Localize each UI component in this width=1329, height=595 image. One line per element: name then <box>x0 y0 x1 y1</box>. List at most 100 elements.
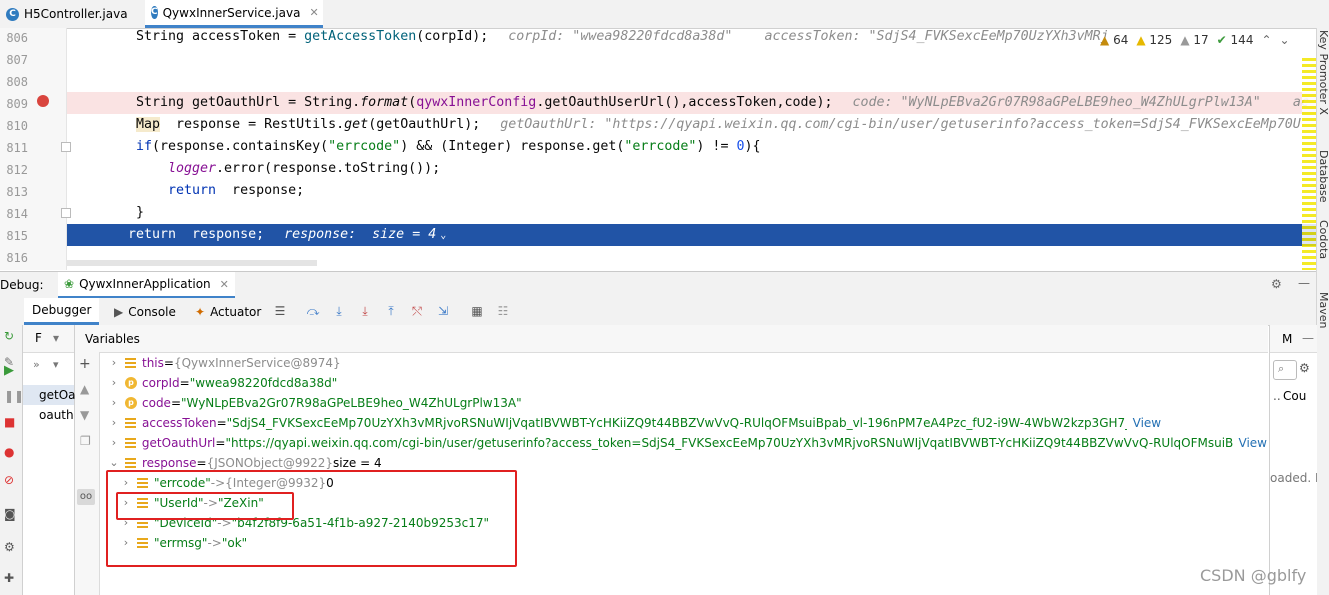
warning-icon: ▲ <box>1100 33 1110 47</box>
warning-count: ▲ 125 <box>1136 33 1173 47</box>
more-icon[interactable]: » <box>33 358 40 371</box>
chevron-right-icon: › <box>111 356 117 369</box>
arrow-down-icon[interactable]: ▼ <box>80 408 89 422</box>
field-icon <box>125 418 136 428</box>
minimize-icon[interactable]: — <box>1298 276 1310 290</box>
chevron-down-icon[interactable]: ▾ <box>53 358 59 371</box>
search-input[interactable]: ⌕ <box>1273 360 1297 380</box>
view-breakpoints-icon[interactable]: ● <box>4 445 14 459</box>
glasses-icon[interactable]: oo <box>77 489 95 505</box>
right-side-pane: M — ⌕ ⚙ .. Cou oaded. L <box>1269 325 1317 595</box>
tab-debugger[interactable]: Debugger <box>24 298 100 325</box>
watermark: CSDN @gblfy <box>1200 566 1307 585</box>
chevron-right-icon: › <box>111 436 117 449</box>
code-line-814: } <box>136 205 145 220</box>
frame-item[interactable]: oauth <box>23 405 74 425</box>
code-editor[interactable]: String accessToken = getAccessToken(corp… <box>67 28 1316 270</box>
line-number: 814 <box>6 207 28 221</box>
tab-qywxinnerservice[interactable]: C QywxInnerService.java ✕ <box>145 0 323 28</box>
annotation-box-userid <box>116 492 294 520</box>
code-line-806: String accessToken = getAccessToken(corp… <box>136 29 1109 44</box>
frame-item[interactable]: getOa <box>23 385 76 405</box>
variable-row[interactable]: › this = {QywxInnerService@8974} <box>107 353 341 373</box>
pause-icon[interactable]: ❚❚ <box>4 389 24 403</box>
parameter-icon: p <box>125 377 137 389</box>
menu-icon[interactable]: ☰ <box>273 304 287 318</box>
mute-breakpoints-icon[interactable]: ⊘ <box>4 473 14 487</box>
chevron-down-icon[interactable]: ▾ <box>53 331 59 345</box>
search-icon: ⌕ <box>1278 362 1285 375</box>
resume-icon[interactable]: ▶ <box>4 363 14 378</box>
evaluate-icon[interactable]: ▦ <box>470 304 484 318</box>
pin-icon[interactable]: ✚ <box>4 571 14 585</box>
rerun-icon[interactable]: ↻ <box>4 329 14 343</box>
close-icon[interactable]: ✕ <box>220 278 229 291</box>
codota-tool[interactable]: Codota <box>1317 220 1329 259</box>
line-number: 816 <box>6 251 28 265</box>
add-watch-icon[interactable]: + <box>79 356 91 372</box>
code-line-812: logger.error(response.toString()); <box>168 161 441 176</box>
error-count: ▲ 64 <box>1100 33 1129 47</box>
code-line-809: String getOauthUrl = String.format(qywxI… <box>136 95 1309 110</box>
line-number: 808 <box>6 75 28 89</box>
tab-console[interactable]: ▶ Console <box>114 298 176 325</box>
view-link[interactable]: View <box>1239 433 1267 453</box>
code-line-813: return response; <box>168 183 305 198</box>
tab-h5controller[interactable]: C H5Controller.java <box>0 0 140 28</box>
debugger-toolbar: Debugger ▶ Console ✦ Actuator ☰ ⤼ ⤓ ⤓ ⤒ ⤲ … <box>0 298 1316 326</box>
run-to-cursor-icon[interactable]: ⇲ <box>436 304 450 318</box>
key-promoter-tool[interactable]: Key Promoter X <box>1317 30 1329 115</box>
step-out-icon[interactable]: ⤒ <box>384 304 398 318</box>
variable-row[interactable]: › p corpId = "wwea98220fdcd8a38d" <box>107 373 337 393</box>
inspection-widget[interactable]: ▲ 64 ▲ 125 ▲ 17 ✔ 144 ⌃ ⌄ <box>1100 33 1290 47</box>
chevron-right-icon: › <box>111 396 117 409</box>
step-into-icon[interactable]: ⤓ <box>332 304 346 318</box>
gear-icon[interactable]: ⚙ <box>1271 277 1282 291</box>
drop-frame-icon[interactable]: ⤲ <box>410 304 424 318</box>
error-stripe[interactable] <box>1302 58 1316 270</box>
debug-label: Debug: <box>0 278 44 292</box>
trace-icon[interactable]: ☷ <box>496 304 510 318</box>
variable-row[interactable]: › p code = "WyNLpEBva2Gr07R98aGPeLBE9heo_… <box>107 393 522 413</box>
line-number: 807 <box>6 53 28 67</box>
line-number: 813 <box>6 185 28 199</box>
line-number: 811 <box>6 141 28 155</box>
arrow-up-icon[interactable]: ▲ <box>80 382 89 396</box>
field-icon <box>125 458 136 468</box>
minimize-icon[interactable]: — <box>1302 331 1314 345</box>
code-line-811: if(response.containsKey("errcode") && (I… <box>136 139 761 154</box>
frames-tab[interactable]: F <box>35 331 42 345</box>
maven-tool[interactable]: Maven <box>1317 292 1329 328</box>
right-pane-tab[interactable]: M <box>1282 332 1292 346</box>
close-icon[interactable]: ✕ <box>309 6 318 19</box>
force-step-into-icon[interactable]: ⤓ <box>358 304 372 318</box>
horizontal-scrollbar[interactable] <box>67 260 317 266</box>
copy-icon[interactable]: ❐ <box>80 434 91 448</box>
breakpoint-icon[interactable] <box>37 95 49 107</box>
tab-actuator[interactable]: ✦ Actuator <box>195 298 261 325</box>
gear-icon[interactable]: ⚙ <box>1299 361 1310 375</box>
variable-row[interactable]: › getOauthUrl = "https://qyapi.weixin.qq… <box>107 433 1267 453</box>
weak-warning-icon: ▲ <box>1180 33 1190 47</box>
ellipsis-icon: .. <box>1273 389 1281 403</box>
debug-session-tab[interactable]: ❀ QywxInnerApplication ✕ <box>58 272 235 299</box>
camera-icon[interactable]: ◙ <box>4 507 16 521</box>
line-number: 815 <box>6 229 28 243</box>
field-icon <box>125 358 136 368</box>
variables-header: Variables <box>75 325 1268 353</box>
line-number: 806 <box>6 31 28 45</box>
debug-side-toolbar: ↻ ✎ ▶ ❚❚ ■ ● ⊘ ◙ ⚙ ✚ <box>0 325 24 595</box>
java-class-icon: C <box>6 7 19 21</box>
chevron-down-icon: ⌄ <box>1279 33 1290 47</box>
view-link[interactable]: View <box>1133 413 1161 433</box>
database-tool[interactable]: Database <box>1317 150 1329 203</box>
parameter-icon: p <box>125 397 137 409</box>
column-header: Cou <box>1283 389 1307 403</box>
line-number: 810 <box>6 119 28 133</box>
step-over-icon[interactable]: ⤼ <box>306 304 320 318</box>
status-text: oaded. L <box>1270 471 1317 485</box>
stop-icon[interactable]: ■ <box>4 415 15 429</box>
gear-icon[interactable]: ⚙ <box>4 540 15 554</box>
chevron-down-icon: ⌄ <box>440 230 447 241</box>
variable-row[interactable]: › accessToken = "SdjS4_FVKSexcEeMp70UzYX… <box>107 413 1267 433</box>
